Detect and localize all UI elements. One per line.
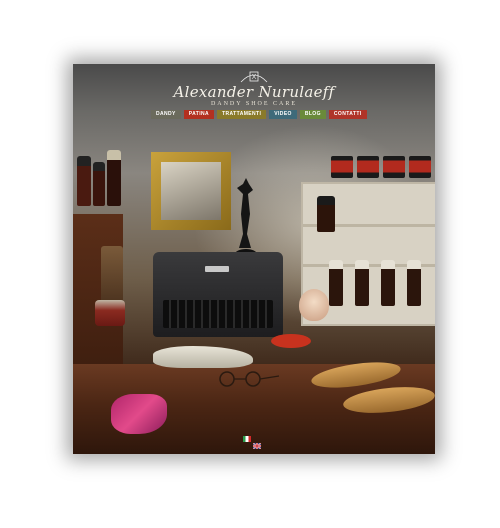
nav-item-dandy[interactable]: DANDY <box>151 110 181 119</box>
jar-image <box>383 156 405 178</box>
red-tin-image <box>271 334 311 348</box>
scarf-image <box>111 394 167 434</box>
crest-icon <box>239 70 269 84</box>
nav-item-blog[interactable]: BLOG <box>299 110 326 119</box>
jar-image <box>409 156 431 178</box>
tin-image <box>95 300 125 326</box>
nav-item-contatti[interactable]: CONTATTI <box>328 110 367 119</box>
glasses-image <box>213 370 281 388</box>
typewriter-image <box>153 252 283 337</box>
flag-italy-icon[interactable] <box>243 436 251 442</box>
bottle-image <box>381 260 395 306</box>
brand-tagline: DANDY SHOE CARE <box>210 101 298 107</box>
jar-image <box>357 156 379 178</box>
nav-item-patina[interactable]: PATINA <box>183 110 215 119</box>
bottle-image <box>93 162 105 206</box>
bottle-image <box>407 260 421 306</box>
bottle-image <box>317 196 335 232</box>
language-switcher <box>243 436 262 450</box>
main-nav: DANDY PATINA TRATTAMENTI VIDEO BLOG CONT… <box>151 110 367 119</box>
skull-image <box>153 346 253 368</box>
bottle-image <box>355 260 369 306</box>
bottle-image <box>77 156 91 206</box>
bottle-image <box>107 150 121 206</box>
picture-frame-image <box>151 152 231 230</box>
bottle-image <box>329 260 343 306</box>
site-frame: Alexander Nurulaeff DANDY SHOE CARE DAND… <box>73 64 435 454</box>
flag-uk-icon[interactable] <box>252 436 262 450</box>
nav-item-video[interactable]: VIDEO <box>269 110 297 119</box>
doll-head-image <box>299 289 329 321</box>
brand-name: Alexander Nurulaeff <box>173 83 335 101</box>
site-logo[interactable]: Alexander Nurulaeff DANDY SHOE CARE <box>73 70 435 108</box>
statue-image <box>233 174 259 260</box>
nav-item-trattamenti[interactable]: TRATTAMENTI <box>217 110 267 119</box>
jar-image <box>331 156 353 178</box>
